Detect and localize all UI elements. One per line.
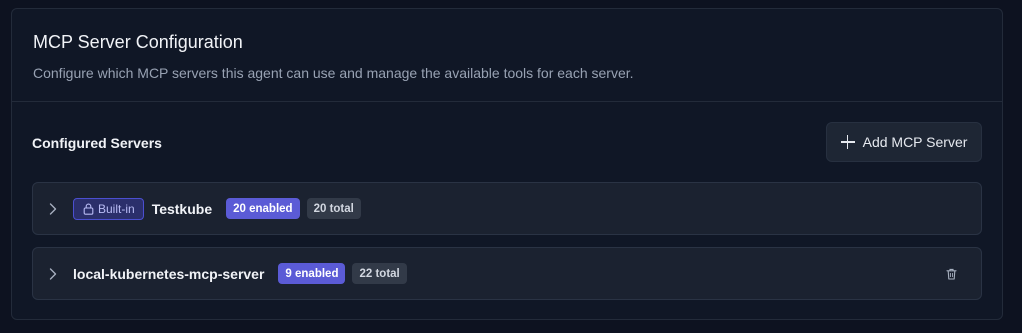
- page-description: Configure which MCP servers this agent c…: [33, 65, 634, 81]
- total-count-badge: 20 total: [306, 198, 361, 219]
- configured-servers-section: Configured Servers Add MCP Server Built-…: [12, 102, 1002, 300]
- server-name: Testkube: [151, 200, 213, 217]
- builtin-label: Built-in: [98, 201, 135, 216]
- lock-icon: [83, 203, 94, 215]
- server-row-testkube[interactable]: Built-in Testkube 20 enabled 20 total: [32, 182, 982, 235]
- section-title: Configured Servers: [32, 135, 162, 151]
- chevron-right-icon[interactable]: [49, 202, 59, 215]
- chevron-right-icon[interactable]: [49, 267, 59, 280]
- add-mcp-server-button[interactable]: Add MCP Server: [826, 122, 982, 162]
- page-title: MCP Server Configuration: [33, 32, 243, 52]
- section-header: Configured Servers Add MCP Server: [32, 102, 982, 182]
- enabled-count-badge: 9 enabled: [278, 263, 346, 284]
- panel-header: MCP Server Configuration Configure which…: [12, 9, 1002, 102]
- server-name: local-kubernetes-mcp-server: [73, 265, 265, 282]
- total-count-badge: 22 total: [352, 263, 407, 284]
- enabled-count-badge: 20 enabled: [226, 198, 300, 219]
- trash-icon[interactable]: [944, 267, 958, 281]
- server-row-local-kubernetes[interactable]: local-kubernetes-mcp-server 9 enabled 22…: [32, 247, 982, 300]
- add-mcp-server-label: Add MCP Server: [862, 134, 968, 150]
- builtin-badge: Built-in: [73, 197, 144, 220]
- plus-icon: [840, 135, 855, 149]
- mcp-config-panel: MCP Server Configuration Configure which…: [11, 8, 1003, 320]
